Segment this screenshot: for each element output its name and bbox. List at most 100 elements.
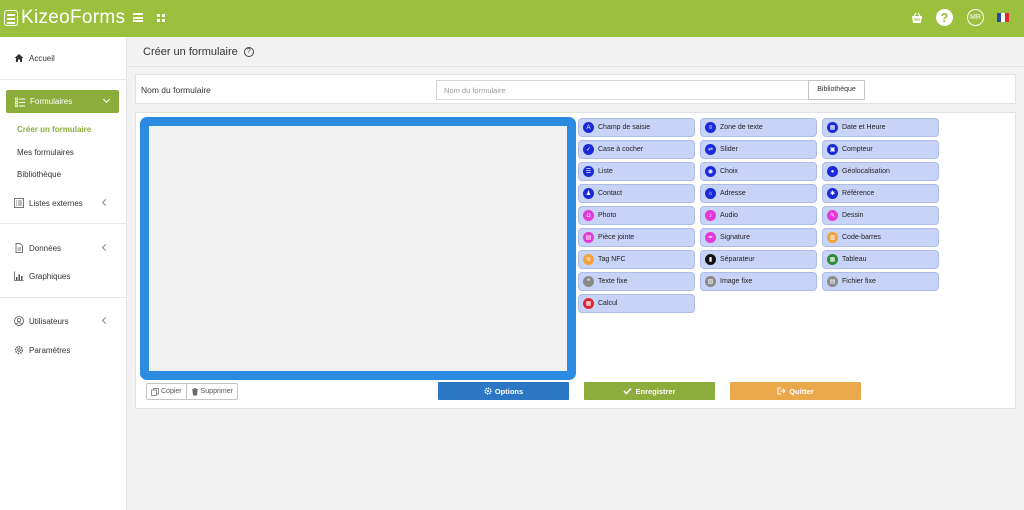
calendar-icon: ▦ <box>827 122 838 133</box>
help-circle-icon[interactable]: ? <box>243 47 254 57</box>
microphone-icon: ♪ <box>705 210 716 221</box>
trash-icon <box>191 387 198 395</box>
component-button[interactable]: ✱ Référence <box>822 184 939 203</box>
french-flag-icon[interactable] <box>997 13 1009 22</box>
sidebar-subitem-library[interactable]: Bibliothèque <box>17 170 61 179</box>
sidebar-item-users[interactable]: Utilisateurs <box>14 316 69 326</box>
component-button[interactable]: ✒ Signature <box>700 228 817 247</box>
sidebar-item-label: Utilisateurs <box>29 316 69 326</box>
avatar[interactable]: MR <box>967 9 984 26</box>
component-button[interactable]: ✓ Case à cocher <box>578 140 695 159</box>
component-button[interactable]: ♟ Contact <box>578 184 695 203</box>
copy-delete-group: Copier Supprimer <box>146 383 238 400</box>
form-name-panel: Nom du formulaire Bibliothèque <box>135 74 1016 104</box>
forms-list-icon <box>15 97 25 107</box>
component-button[interactable]: ♪ Audio <box>700 206 817 225</box>
pencil-icon: ✎ <box>827 210 838 221</box>
component-button[interactable]: ⌂ Adresse <box>700 184 817 203</box>
component-label: Image fixe <box>720 278 753 285</box>
sidebar-item-forms[interactable]: Formulaires <box>6 90 119 113</box>
signature-icon: ✒ <box>705 232 716 243</box>
component-label: Texte fixe <box>598 278 628 285</box>
component-button[interactable]: ❝ Texte fixe <box>578 272 695 291</box>
quit-label: Quitter <box>789 386 814 396</box>
component-button[interactable]: ▤ Pièce jointe <box>578 228 695 247</box>
chevron-down-icon <box>102 95 111 104</box>
divider <box>0 223 127 224</box>
sidebar-item-data[interactable]: Données <box>14 243 61 253</box>
divider <box>127 66 1024 67</box>
component-button[interactable]: ▮ Séparateur <box>700 250 817 269</box>
component-button[interactable]: ≋ Tag NFC <box>578 250 695 269</box>
gear-icon <box>484 387 492 395</box>
kizeo-logo[interactable]: KizeoForms <box>4 7 125 28</box>
calculator-icon: ▦ <box>583 298 594 309</box>
component-button[interactable]: ▨ Image fixe <box>700 272 817 291</box>
component-label: Case à cocher <box>598 146 644 153</box>
list-icon: ☰ <box>583 166 594 177</box>
sidebar-item-settings[interactable]: Paramètres <box>14 345 70 355</box>
component-button[interactable]: ☰ Liste <box>578 162 695 181</box>
save-button[interactable]: Enregistrer <box>584 382 715 400</box>
checkbox-icon: ✓ <box>583 144 594 155</box>
divider <box>0 297 127 298</box>
camera-icon: ◘ <box>583 210 594 221</box>
component-button[interactable]: ▣ Compteur <box>822 140 939 159</box>
component-button[interactable]: ▤ Fichier fixe <box>822 272 939 291</box>
options-label: Options <box>494 386 524 396</box>
delete-button[interactable]: Supprimer <box>185 384 237 399</box>
component-label: Calcul <box>598 300 618 307</box>
component-button[interactable]: ● Géolocalisation <box>822 162 939 181</box>
home-icon: ⌂ <box>705 188 716 199</box>
menu-toggle-icon[interactable] <box>133 13 143 22</box>
nfc-icon: ≋ <box>583 254 594 265</box>
sidebar-item-external-lists[interactable]: Listes externes <box>14 198 83 208</box>
component-label: Code-barres <box>842 234 881 241</box>
component-button[interactable]: ▦ Calcul <box>578 294 695 313</box>
component-label: Date et Heure <box>842 124 886 131</box>
barcode-icon: ▥ <box>827 232 838 243</box>
quit-button[interactable]: Quitter <box>730 382 861 400</box>
fixed-image-icon: ▨ <box>705 276 716 287</box>
component-label: Compteur <box>842 146 873 153</box>
component-button[interactable]: ◉ Choix <box>700 162 817 181</box>
contact-icon: ♟ <box>583 188 594 199</box>
component-button[interactable]: ◘ Photo <box>578 206 695 225</box>
component-button[interactable]: ⇌ Slider <box>700 140 817 159</box>
copy-icon <box>151 387 159 396</box>
check-icon <box>623 387 633 395</box>
component-button[interactable]: ▦ Date et Heure <box>822 118 939 137</box>
apps-grid-icon[interactable] <box>157 14 165 22</box>
component-button[interactable]: ≡ Zone de texte <box>700 118 817 137</box>
sidebar-subitem-create-form[interactable]: Créer un formulaire <box>17 125 91 134</box>
options-button[interactable]: Options <box>438 382 569 400</box>
sidebar-item-label: Données <box>29 243 62 253</box>
basket-icon[interactable] <box>911 12 923 24</box>
sidebar-item-charts[interactable]: Graphiques <box>14 271 70 281</box>
help-icon[interactable]: ? <box>936 9 953 26</box>
bookmark-icon: ▮ <box>705 254 716 265</box>
sidebar-subitem-my-forms[interactable]: Mes formulaires <box>17 148 74 157</box>
component-label: Séparateur <box>720 256 755 263</box>
sidebar-item-label: Formulaires <box>30 97 73 106</box>
globe-icon: ● <box>827 166 838 177</box>
page-title: Créer un formulaire <box>143 46 238 58</box>
sidebar-item-home[interactable]: Accueil <box>14 53 55 63</box>
page-title-bar: Créer un formulaire ? <box>143 46 254 58</box>
component-label: Audio <box>720 212 738 219</box>
fixed-file-icon: ▤ <box>827 276 838 287</box>
component-label: Fichier fixe <box>842 278 876 285</box>
component-button[interactable]: ▥ Code-barres <box>822 228 939 247</box>
library-button[interactable]: Bibliothèque <box>808 80 865 100</box>
form-canvas[interactable] <box>140 117 576 380</box>
sidebar: Accueil Formulaires Créer un formulaire … <box>0 37 127 510</box>
form-name-input[interactable] <box>436 80 809 100</box>
component-button[interactable]: ▦ Tableau <box>822 250 939 269</box>
textarea-icon: ≡ <box>705 122 716 133</box>
copy-button[interactable]: Copier <box>147 384 186 399</box>
chevron-left-icon <box>101 243 110 252</box>
component-button[interactable]: A Champ de saisie <box>578 118 695 137</box>
attachment-icon: ▤ <box>583 232 594 243</box>
component-button[interactable]: ✎ Dessin <box>822 206 939 225</box>
bar-chart-icon <box>14 271 24 281</box>
